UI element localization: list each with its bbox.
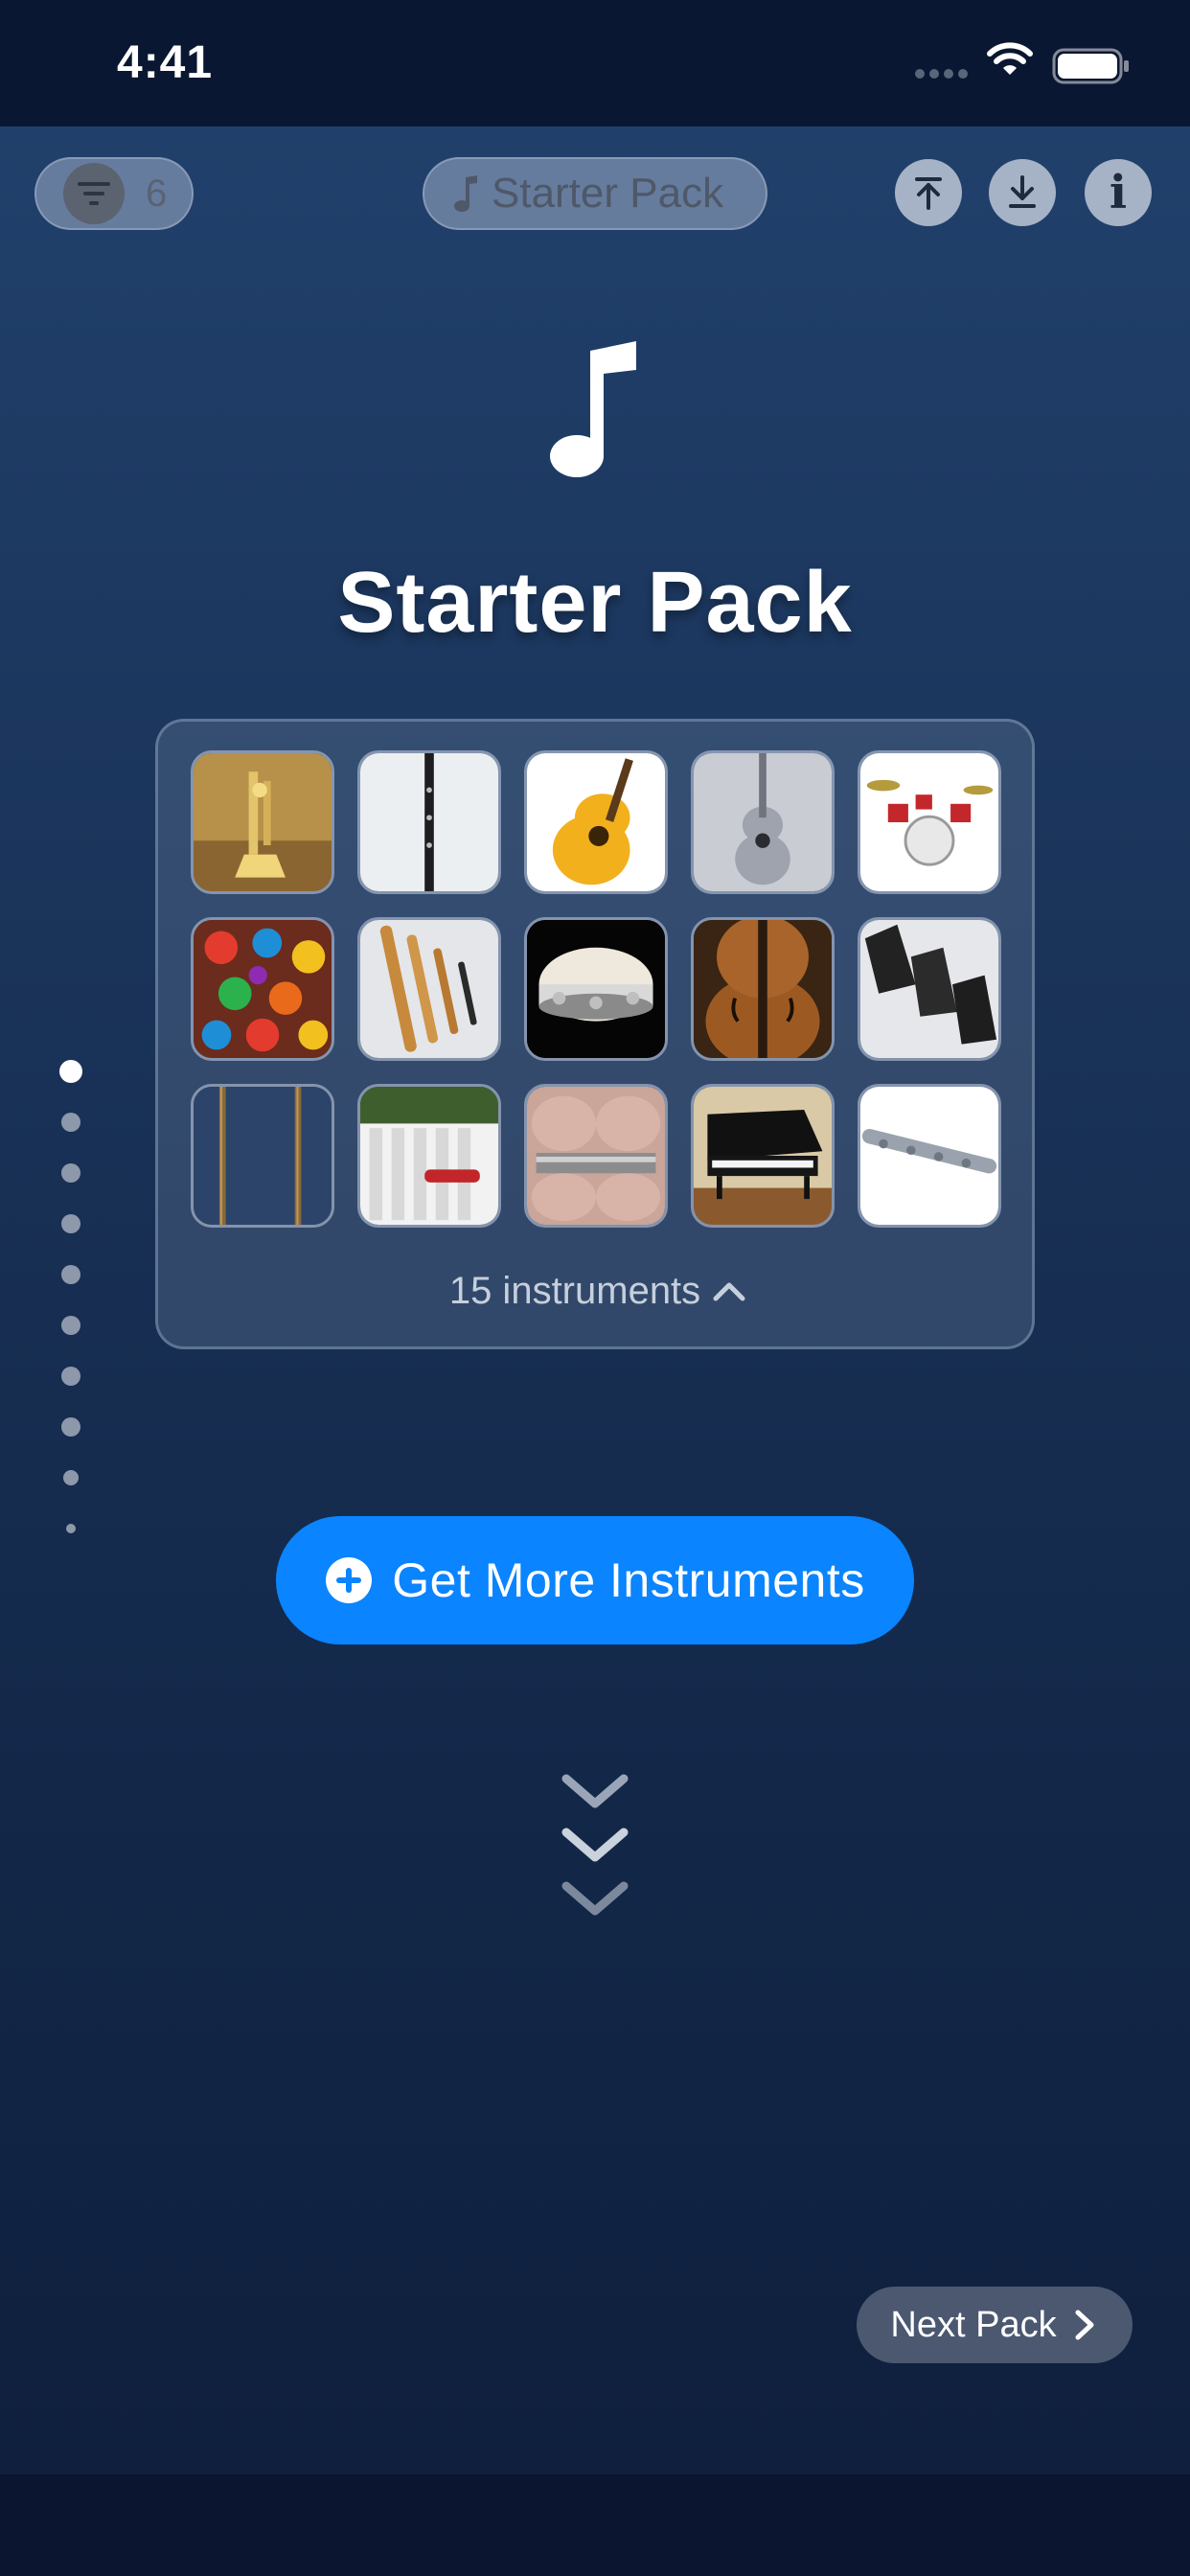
instrument-count-toggle[interactable]: 15 instruments <box>158 1268 1038 1313</box>
instrument-thumbnail-drum-kit[interactable] <box>858 750 1001 894</box>
status-bar: 4:41 <box>0 0 1190 126</box>
instrument-thumbnail-ukulele[interactable] <box>691 750 835 894</box>
download-button[interactable] <box>989 159 1056 226</box>
status-time: 4:41 <box>117 37 214 88</box>
instrument-thumbnail-flute[interactable] <box>858 1084 1001 1228</box>
music-note-small-icon <box>454 175 477 212</box>
chevron-right-icon <box>1075 2310 1094 2340</box>
info-button[interactable]: i <box>1085 159 1152 226</box>
pack-title: Starter Pack <box>337 555 853 651</box>
download-icon <box>1009 175 1036 208</box>
instrument-count-label: 15 instruments <box>448 1269 701 1312</box>
pack-selector-button[interactable]: Starter Pack <box>423 157 767 230</box>
pagination-dot[interactable] <box>61 1214 80 1233</box>
instrument-thumbnail-cowbells[interactable] <box>858 917 1001 1061</box>
instrument-thumbnail-harmonica[interactable] <box>524 1084 668 1228</box>
cellular-signal-icon <box>915 69 968 79</box>
instrument-thumbnail-clarinet[interactable] <box>357 750 501 894</box>
next-pack-button[interactable]: Next Pack <box>857 2287 1133 2363</box>
filter-count: 6 <box>146 172 168 215</box>
instrument-grid <box>191 750 1001 1228</box>
pagination-dot[interactable] <box>61 1316 80 1335</box>
pagination-dot[interactable] <box>66 1524 76 1533</box>
upload-to-top-icon <box>915 177 942 210</box>
pagination-dot[interactable] <box>63 1470 79 1485</box>
instrument-thumbnail-acoustic-guitar[interactable] <box>524 750 668 894</box>
filter-lines-icon <box>63 163 125 224</box>
instrument-thumbnail-tambourine[interactable] <box>524 917 668 1061</box>
instrument-thumbnail-xylophone[interactable] <box>357 1084 501 1228</box>
pack-selector-label: Starter Pack <box>492 170 724 217</box>
filter-button[interactable]: 6 <box>34 157 194 230</box>
info-icon: i <box>1109 166 1128 219</box>
instrument-thumbnail-maracas[interactable] <box>191 917 334 1061</box>
pagination-dot[interactable] <box>61 1265 80 1284</box>
get-more-instruments-button[interactable]: Get More Instruments <box>276 1516 914 1644</box>
instrument-thumbnail-recorders[interactable] <box>357 917 501 1061</box>
chevron-up-icon <box>713 1282 745 1301</box>
instrument-thumbnail-grand-piano[interactable] <box>691 1084 835 1228</box>
battery-icon <box>1052 48 1129 84</box>
pagination-dot[interactable] <box>61 1367 80 1386</box>
wifi-icon <box>987 42 1033 75</box>
triple-chevron-down-icon <box>561 1774 629 1916</box>
home-indicator-area <box>0 2474 1190 2576</box>
instrument-thumbnail-trumpet[interactable] <box>191 750 334 894</box>
pagination-dot[interactable] <box>61 1113 80 1132</box>
instrument-preview-panel[interactable]: 15 instruments <box>155 719 1035 1349</box>
music-note-icon <box>550 341 636 477</box>
plus-circle-icon <box>326 1557 373 1603</box>
instrument-thumbnail-cello[interactable] <box>691 917 835 1061</box>
pagination-dot[interactable] <box>61 1417 80 1437</box>
next-pack-label: Next Pack <box>890 2304 1057 2345</box>
get-more-instruments-label: Get More Instruments <box>392 1553 865 1607</box>
pagination-dot[interactable] <box>61 1163 80 1183</box>
upload-button[interactable] <box>895 159 962 226</box>
instrument-thumbnail-rainstick[interactable] <box>191 1084 334 1228</box>
pagination-dot[interactable] <box>59 1060 82 1083</box>
